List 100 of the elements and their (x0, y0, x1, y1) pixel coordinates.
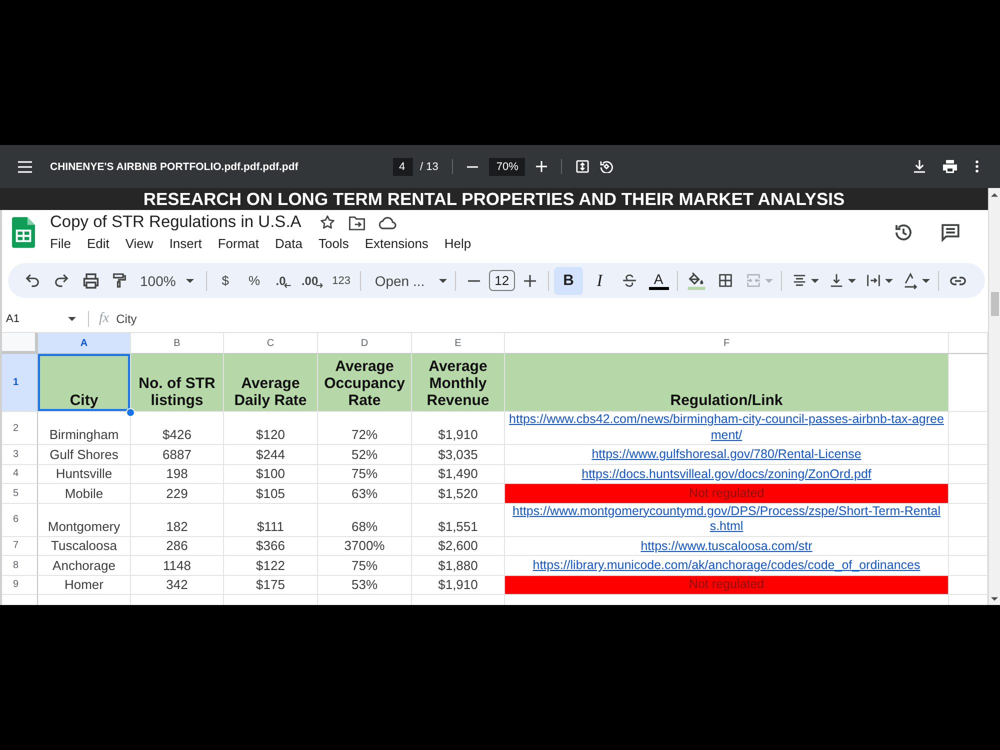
table-cell: $122 (224, 556, 318, 576)
decrease-decimal-button[interactable]: .0 (268, 266, 298, 294)
row-header[interactable]: 2 (2, 412, 38, 445)
fit-page-icon[interactable] (576, 160, 590, 173)
currency-button[interactable]: $ (210, 266, 240, 294)
paint-format-icon[interactable] (111, 272, 128, 289)
scroll-up-icon[interactable] (991, 193, 998, 197)
header-cell: Regulation/Link (505, 354, 949, 412)
link[interactable]: https://library.municode.com/ak/anchorage/codes/code_of_ordinances (532, 558, 920, 574)
menu-item[interactable]: View (125, 236, 154, 251)
scrollbar[interactable] (988, 188, 1000, 605)
download-icon[interactable] (914, 160, 925, 173)
table-cell: 63% (318, 484, 412, 504)
cloud-icon[interactable] (378, 216, 398, 230)
header-cell: Average Daily Rate (224, 354, 318, 412)
link[interactable]: https://www.gulfshoresal.gov/780/Rental-License (592, 447, 862, 462)
table-cell: 6887 (131, 445, 224, 464)
redo-icon[interactable] (53, 272, 70, 289)
strikethrough-icon[interactable] (621, 272, 638, 289)
row-header[interactable]: 9 (2, 576, 38, 595)
caret-icon[interactable] (810, 278, 819, 282)
menu-item[interactable]: Data (275, 236, 302, 251)
page-number-field[interactable]: 4 (393, 158, 413, 176)
star-icon[interactable] (319, 214, 336, 231)
header-cell: City (38, 354, 131, 412)
table-cell: $1,910 (412, 412, 505, 445)
zoom-in-icon[interactable] (536, 161, 548, 172)
spreadsheet-icon[interactable] (12, 217, 35, 248)
increase-decimal-button[interactable]: .00 (298, 266, 327, 294)
italic-button[interactable]: I (585, 266, 614, 294)
column-header[interactable]: A (38, 333, 131, 354)
row-header[interactable]: 8 (2, 556, 38, 576)
table-cell: 52% (318, 445, 412, 464)
menu-item[interactable]: File (50, 236, 71, 251)
table-cell: 182 (131, 504, 224, 536)
table-cell: $3,035 (412, 445, 505, 464)
header-cell: Average Occupancy Rate (318, 354, 412, 412)
color-swatch-icon (648, 286, 669, 290)
row-header[interactable]: 5 (2, 484, 38, 504)
number-format-button[interactable]: 123 (326, 266, 356, 294)
row-header[interactable]: 6 (2, 504, 38, 536)
link[interactable]: https://www.tuscaloosa.com/str (640, 538, 812, 554)
folder-icon[interactable] (348, 214, 366, 230)
row-header[interactable]: 3 (2, 445, 38, 464)
percent-button[interactable]: % (240, 266, 269, 294)
scroll-down-icon[interactable] (991, 597, 998, 601)
paint-bucket-icon[interactable] (687, 271, 706, 290)
undo-icon[interactable] (24, 272, 41, 289)
rotate-icon[interactable] (600, 160, 614, 173)
link[interactable]: https://docs.huntsvilleal.gov/docs/zoning/ZonOrd.pdf (582, 466, 872, 482)
text-color-button[interactable]: A (644, 266, 674, 294)
print-icon[interactable] (82, 272, 100, 290)
table-cell: $105 (224, 484, 318, 504)
table-cell: $175 (224, 576, 318, 595)
borders-icon[interactable] (717, 272, 734, 289)
text-wrap-icon[interactable] (864, 272, 882, 289)
table-cell: 286 (131, 536, 224, 556)
table-cell: 198 (131, 464, 224, 484)
menu-item[interactable]: Help (444, 236, 472, 251)
row-header[interactable]: 4 (2, 464, 38, 484)
history-icon[interactable] (893, 222, 914, 243)
print-icon[interactable] (943, 160, 957, 173)
highlighted-cell: Not regulated (505, 576, 949, 595)
menu-icon[interactable] (18, 160, 32, 172)
name-box[interactable]: A1 (2, 309, 88, 329)
table-cell: $111 (224, 504, 318, 536)
table-cell: Anchorage (38, 556, 131, 576)
menu-item[interactable]: Format (218, 236, 259, 251)
caret-icon[interactable] (884, 278, 893, 282)
row-header[interactable]: 1 (2, 354, 38, 412)
minus-icon[interactable] (468, 280, 480, 282)
table-cell: Huntsville (38, 464, 131, 484)
zoom-dropdown[interactable]: 100% (134, 266, 202, 294)
link[interactable]: https://www.montgomerycountymd.gov/DPS/Process/zspe/Short-Term-Rentals.html (508, 504, 945, 534)
header-cell: Average Monthly Revenue (412, 354, 505, 412)
table-cell: 72% (318, 412, 412, 445)
more-options-icon[interactable] (975, 160, 979, 173)
fill-handle-icon[interactable] (126, 408, 135, 417)
caret-icon (438, 278, 447, 282)
table-cell: $1,880 (412, 556, 505, 576)
formula-field[interactable]: City (116, 309, 988, 329)
menu-item[interactable]: Edit (86, 236, 110, 251)
menu-item[interactable]: Tools (318, 236, 349, 251)
bold-button[interactable]: B (554, 266, 584, 294)
row-header[interactable]: 7 (2, 536, 38, 556)
link[interactable]: https://www.cbs42.com/news/birmingham-city-council-passes-airbnb-tax-agreement/ (508, 412, 945, 443)
plus-icon[interactable] (524, 274, 536, 286)
comment-icon[interactable] (940, 222, 961, 243)
caret-icon[interactable] (848, 278, 856, 282)
caret-icon[interactable] (922, 278, 930, 282)
function-label: fx (99, 311, 110, 327)
scrollbar-thumb[interactable] (990, 292, 998, 316)
spreadsheet-title[interactable]: Copy of STR Regulations in U.S.A (50, 213, 302, 232)
table-cell: 229 (131, 484, 224, 504)
highlighted-cell: Not regulated (505, 484, 949, 504)
font-dropdown[interactable]: Open ... (364, 266, 451, 294)
menu-item[interactable]: Insert (169, 236, 202, 251)
menu-item[interactable]: Extensions (364, 236, 428, 251)
zoom-field[interactable]: 70% (489, 158, 526, 176)
font-size-field[interactable]: 12 (488, 270, 516, 291)
